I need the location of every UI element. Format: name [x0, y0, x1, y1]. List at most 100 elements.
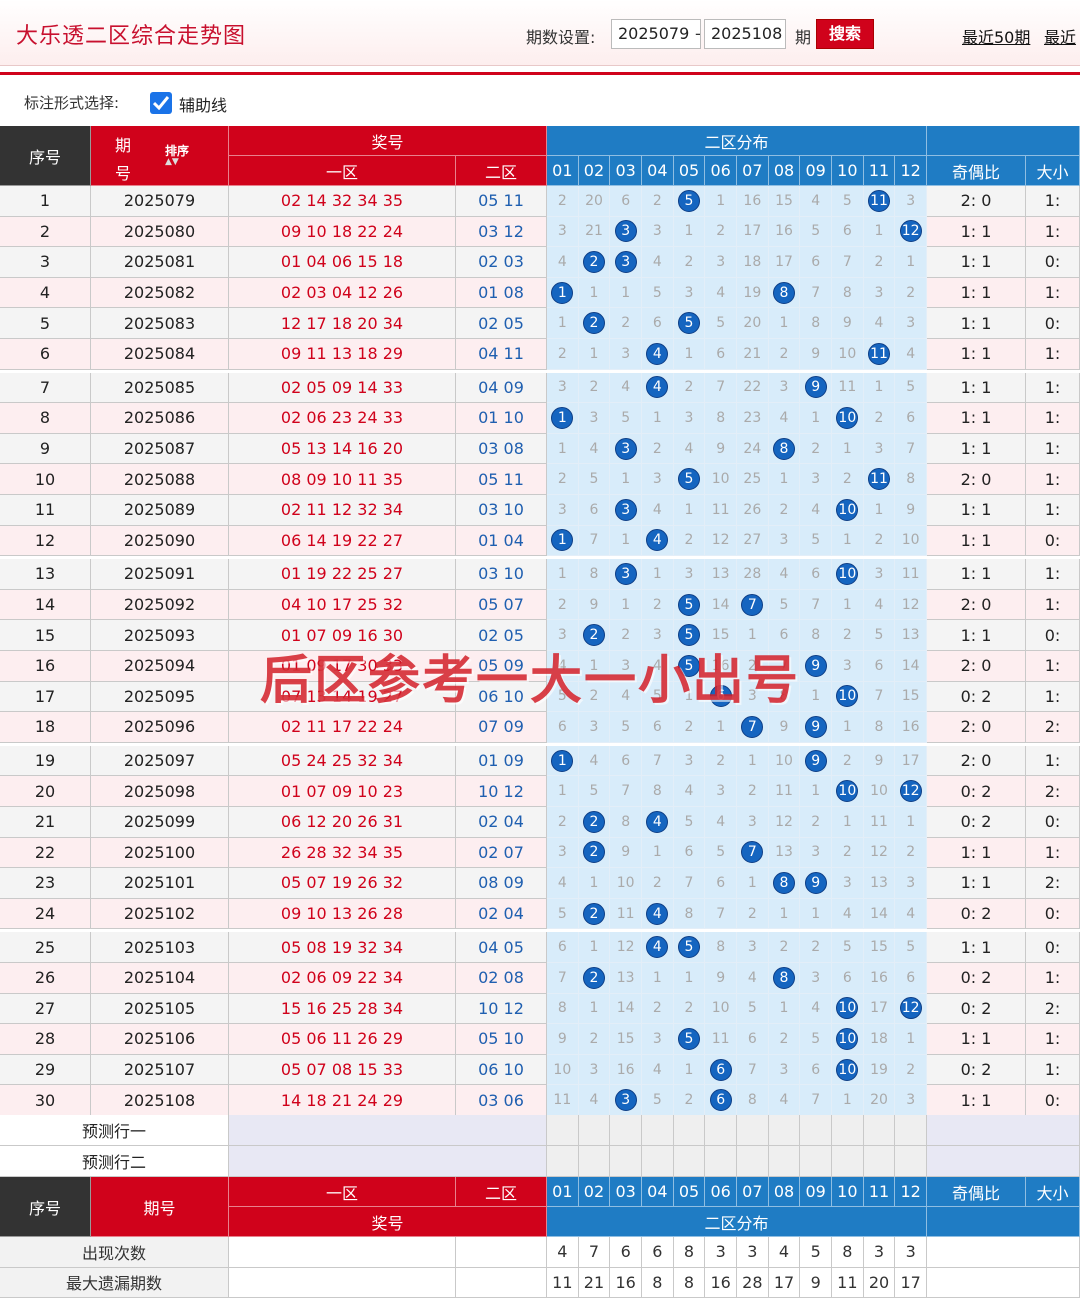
row-zone2: 02 05	[456, 308, 547, 339]
predict-ball-cell[interactable]	[864, 1115, 896, 1146]
predict-ball-cell[interactable]	[769, 1115, 801, 1146]
row-issue: 2025099	[91, 807, 229, 838]
miss-count: 2	[547, 186, 579, 217]
miss-count: 3	[642, 217, 674, 248]
stat-value: 17	[895, 1268, 927, 1298]
miss-count: 9	[895, 495, 927, 526]
miss-count: 5	[642, 1085, 674, 1116]
miss-count: 8	[705, 403, 737, 434]
predict-ball-cell[interactable]	[895, 1115, 927, 1146]
predict-zone[interactable]	[229, 1146, 547, 1177]
recent-more-link[interactable]: 最近	[1044, 24, 1076, 48]
predict-ball-cell[interactable]	[674, 1146, 706, 1177]
ball-11: 11	[868, 343, 890, 365]
ball-12: 12	[900, 997, 922, 1019]
miss-count: 9	[864, 746, 896, 777]
predict-zone[interactable]	[229, 1115, 547, 1146]
sort-arrows-icon[interactable]: ▲▼	[165, 157, 179, 167]
miss-count: 2	[832, 746, 864, 777]
search-button[interactable]: 搜索	[816, 19, 874, 49]
header-ball-10: 10	[832, 156, 864, 186]
period-from-input[interactable]: 2025079	[611, 19, 701, 49]
row-issue: 2025104	[91, 963, 229, 994]
miss-count: 3	[579, 712, 611, 743]
row-odd-even: 0: 2	[927, 994, 1026, 1025]
miss-count: 1	[800, 682, 832, 713]
row-zone1: 06 12 20 26 31	[229, 807, 456, 838]
period-to-input[interactable]: 2025108	[704, 19, 786, 49]
predict-ball-cell[interactable]	[895, 1146, 927, 1177]
aux-line-checkbox[interactable]	[150, 92, 172, 114]
predict-ball-cell[interactable]	[579, 1146, 611, 1177]
miss-count: 26	[737, 495, 769, 526]
miss-count: 1	[642, 403, 674, 434]
predict-ball-cell[interactable]	[737, 1146, 769, 1177]
ball-5: 5	[678, 468, 700, 490]
miss-count: 1	[705, 186, 737, 217]
miss-count: 8	[610, 807, 642, 838]
predict-ball-cell[interactable]	[800, 1115, 832, 1146]
miss-count: 7	[610, 776, 642, 807]
footer-ball-04: 04	[642, 1177, 674, 1207]
drawn-ball: 11	[864, 186, 896, 217]
miss-count: 1	[864, 373, 896, 404]
ball-9: 9	[805, 716, 827, 738]
predict-ball-cell[interactable]	[610, 1115, 642, 1146]
predict-ball-cell[interactable]	[769, 1146, 801, 1177]
predict-ball-cell[interactable]	[642, 1146, 674, 1177]
miss-count: 1	[579, 278, 611, 309]
footer-ball-01: 01	[547, 1177, 579, 1207]
footer-ball-07: 07	[737, 1177, 769, 1207]
predict-ball-cell[interactable]	[832, 1146, 864, 1177]
miss-count: 5	[674, 807, 706, 838]
row-zone2: 03 08	[456, 434, 547, 465]
row-big-small: 0:	[1026, 620, 1080, 651]
drawn-ball: 4	[642, 932, 674, 963]
period-unit: 期	[795, 24, 811, 48]
predict-ball-cell[interactable]	[832, 1115, 864, 1146]
miss-count: 4	[642, 495, 674, 526]
miss-count: 2	[579, 373, 611, 404]
predict-ball-cell[interactable]	[642, 1115, 674, 1146]
predict-ball-cell[interactable]	[610, 1146, 642, 1177]
drawn-ball: 9	[800, 373, 832, 404]
row-issue: 2025080	[91, 217, 229, 248]
drawn-ball: 2	[579, 899, 611, 930]
row-zone1: 15 16 25 28 34	[229, 994, 456, 1025]
predict-ball-cell[interactable]	[674, 1115, 706, 1146]
predict-ball-cell[interactable]	[547, 1115, 579, 1146]
header-seq: 序号	[0, 126, 91, 186]
predict-ball-cell[interactable]	[547, 1146, 579, 1177]
miss-count: 1	[800, 403, 832, 434]
miss-count: 2	[769, 339, 801, 370]
predict-ball-cell[interactable]	[579, 1115, 611, 1146]
ball-8: 8	[773, 872, 795, 894]
predict-ball-cell[interactable]	[800, 1146, 832, 1177]
recent-50-link[interactable]: 最近50期	[962, 24, 1030, 48]
miss-count: 17	[895, 746, 927, 777]
predict-ball-cell[interactable]	[705, 1115, 737, 1146]
miss-count: 4	[800, 994, 832, 1025]
predict-ball-cell[interactable]	[705, 1146, 737, 1177]
stat-value: 11	[547, 1268, 579, 1298]
row-zone1: 05 07 19 26 32	[229, 868, 456, 899]
ball-8: 8	[773, 967, 795, 989]
row-big-small: 1:	[1026, 278, 1080, 309]
row-odd-even: 0: 2	[927, 963, 1026, 994]
miss-count: 1	[769, 994, 801, 1025]
row-zone1: 12 17 18 20 34	[229, 308, 456, 339]
row-big-small: 2:	[1026, 712, 1080, 743]
row-seq: 8	[0, 403, 91, 434]
drawn-ball: 3	[610, 217, 642, 248]
predict-ball-cell[interactable]	[737, 1115, 769, 1146]
row-zone2: 04 09	[456, 373, 547, 404]
miss-count: 8	[895, 464, 927, 495]
miss-count: 9	[769, 712, 801, 743]
footer-ball-12: 12	[895, 1177, 927, 1207]
miss-count: 9	[579, 590, 611, 621]
row-zone2: 04 05	[456, 932, 547, 963]
predict-ball-cell[interactable]	[864, 1146, 896, 1177]
row-issue: 2025106	[91, 1024, 229, 1055]
row-odd-even: 1: 1	[927, 1024, 1026, 1055]
drawn-ball: 10	[832, 994, 864, 1025]
